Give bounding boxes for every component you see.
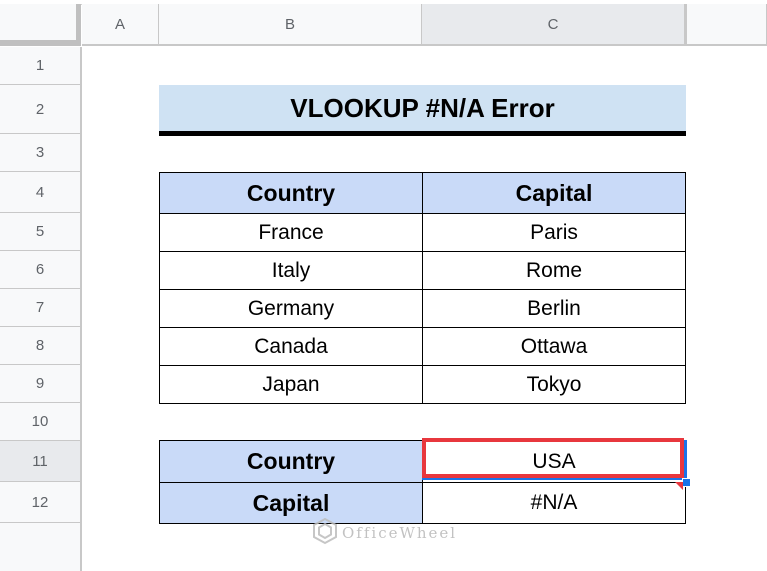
row-header-9[interactable]: 9: [0, 365, 82, 403]
row-header-11[interactable]: 11: [0, 441, 82, 482]
lookup-country-cell[interactable]: Japan: [159, 365, 423, 404]
column-header-d[interactable]: [685, 4, 767, 46]
fill-handle[interactable]: [682, 478, 691, 487]
cell-selection-border-bottom: [422, 478, 686, 480]
lookup-header-capital[interactable]: Capital: [422, 172, 686, 214]
error-indicator-icon[interactable]: [675, 482, 683, 490]
watermark: OfficeWheel: [312, 517, 458, 549]
row-header-8[interactable]: 8: [0, 327, 82, 365]
lookup-country-cell[interactable]: Canada: [159, 327, 423, 366]
result-label-country[interactable]: Country: [159, 440, 423, 483]
lookup-capital-cell[interactable]: Tokyo: [422, 365, 686, 404]
lookup-header-country[interactable]: Country: [159, 172, 423, 214]
lookup-country-cell[interactable]: Italy: [159, 251, 423, 290]
row-header-4[interactable]: 4: [0, 172, 82, 213]
lookup-country-cell[interactable]: Germany: [159, 289, 423, 328]
row-header-6[interactable]: 6: [0, 251, 82, 289]
row-header-3[interactable]: 3: [0, 134, 82, 172]
row-header-empty-area: [0, 523, 82, 571]
lookup-capital-cell[interactable]: Ottawa: [422, 327, 686, 366]
row-header-2[interactable]: 2: [0, 85, 82, 134]
watermark-text: OfficeWheel: [342, 524, 458, 542]
row-header-7[interactable]: 7: [0, 289, 82, 327]
column-header-a[interactable]: A: [82, 4, 159, 46]
lookup-capital-cell[interactable]: Paris: [422, 213, 686, 252]
select-all-corner[interactable]: [0, 4, 81, 46]
lookup-capital-cell[interactable]: Rome: [422, 251, 686, 290]
cell-selection-border: [684, 440, 687, 482]
lookup-country-cell[interactable]: France: [159, 213, 423, 252]
result-value-capital-error[interactable]: #N/A: [422, 482, 686, 524]
row-header-1[interactable]: 1: [0, 47, 82, 85]
sheet-title-cell[interactable]: VLOOKUP #N/A Error: [159, 85, 686, 136]
row-header-10[interactable]: 10: [0, 403, 82, 441]
row-header-12[interactable]: 12: [0, 482, 82, 523]
column-header-c[interactable]: C: [422, 4, 685, 46]
lookup-capital-cell[interactable]: Berlin: [422, 289, 686, 328]
row-header-5[interactable]: 5: [0, 213, 82, 251]
officewheel-logo-icon: [312, 517, 338, 549]
column-header-b[interactable]: B: [159, 4, 422, 46]
result-value-country-input[interactable]: USA: [422, 440, 686, 483]
